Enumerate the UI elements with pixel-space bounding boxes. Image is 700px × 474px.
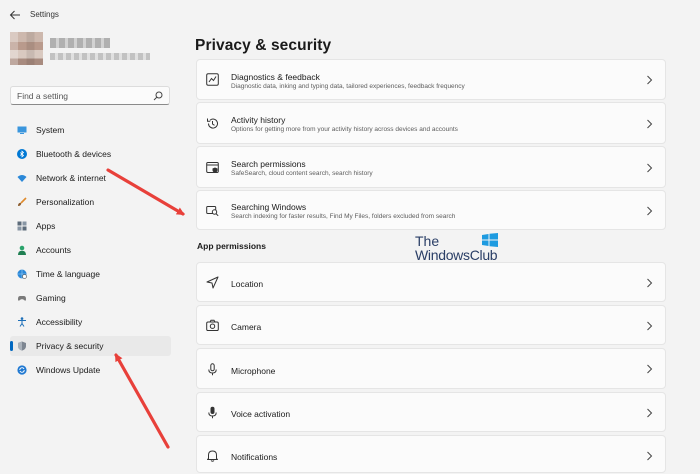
card-microphone[interactable]: Microphone [196, 348, 666, 389]
back-arrow-icon [9, 10, 20, 20]
card-title: Search permissions [231, 159, 306, 169]
app-title: Settings [30, 10, 59, 19]
card-voice-activation[interactable]: Voice activation [196, 392, 666, 432]
watermark-logo: The WindowsClub [415, 233, 505, 263]
person-icon [18, 245, 26, 255]
shield-icon [18, 341, 26, 351]
search-icon [153, 91, 163, 101]
sidebar-item-gaming[interactable]: Gaming [10, 288, 171, 308]
sidebar-item-label: Privacy & security [36, 341, 104, 351]
sidebar-item-label: Gaming [36, 293, 66, 303]
monitor-icon [17, 126, 27, 134]
sidebar-item-label: Accounts [36, 245, 71, 255]
accessibility-icon [18, 317, 26, 327]
card-notifications[interactable]: Notifications [196, 435, 666, 473]
avatar[interactable] [10, 32, 43, 65]
bell-icon [207, 450, 218, 462]
sidebar-item-label: Windows Update [36, 365, 101, 375]
voice-activation-icon [208, 406, 217, 419]
page-title: Privacy & security [195, 37, 332, 54]
sidebar-item-label: System [36, 125, 65, 135]
card-activity-history[interactable]: Activity history Options for getting mor… [196, 102, 666, 144]
sidebar-item-label: Bluetooth & devices [36, 149, 112, 159]
card-title: Notifications [231, 452, 278, 462]
chevron-right-icon [647, 408, 653, 418]
card-diagnostics-feedback[interactable]: Diagnostics & feedback Diagnostic data, … [196, 59, 666, 100]
selection-indicator [10, 341, 13, 351]
card-search-permissions[interactable]: Search permissions SafeSearch, cloud con… [196, 146, 666, 188]
searching-windows-icon [206, 206, 219, 217]
sidebar-item-apps[interactable]: Apps [10, 216, 171, 236]
sidebar-item-label: Network & internet [36, 173, 106, 183]
windows-logo-icon [482, 233, 498, 247]
sidebar-item-system[interactable]: System [10, 120, 171, 140]
sidebar-item-time-language[interactable]: Time & language [10, 264, 171, 284]
card-description: Options for getting more from your activ… [231, 126, 458, 133]
card-searching-windows[interactable]: Searching Windows Search indexing for fa… [196, 190, 666, 230]
camera-icon [206, 319, 219, 331]
title-bar: Settings [0, 0, 700, 30]
sidebar-item-accounts[interactable]: Accounts [10, 240, 171, 260]
sidebar-item-accessibility[interactable]: Accessibility [10, 312, 171, 332]
sidebar-item-label: Time & language [36, 269, 100, 279]
microphone-icon [208, 363, 217, 376]
card-title: Searching Windows [231, 202, 307, 212]
history-icon [207, 118, 218, 129]
back-button[interactable] [6, 6, 24, 24]
sidebar-item-label: Accessibility [36, 317, 83, 327]
sidebar-item-windows-update[interactable]: Windows Update [10, 360, 171, 380]
profile-name-redacted [50, 38, 110, 48]
bluetooth-icon [17, 149, 27, 159]
chevron-right-icon [647, 451, 653, 461]
card-description: SafeSearch, cloud content search, search… [231, 170, 373, 177]
sidebar-item-bluetooth[interactable]: Bluetooth & devices [10, 144, 171, 164]
sidebar-item-network[interactable]: Network & internet [10, 168, 171, 188]
apps-icon [17, 221, 27, 231]
card-camera[interactable]: Camera [196, 305, 666, 345]
card-description: Diagnostic data, inking and typing data,… [231, 83, 465, 90]
card-title: Diagnostics & feedback [231, 72, 320, 82]
update-icon [17, 365, 27, 375]
chevron-right-icon [647, 206, 653, 216]
card-title: Camera [231, 322, 262, 332]
card-location[interactable]: Location [196, 262, 666, 302]
card-title: Activity history [231, 115, 286, 125]
sidebar-item-personalization[interactable]: Personalization [10, 192, 171, 212]
sidebar-item-label: Personalization [36, 197, 95, 207]
globe-clock-icon [17, 269, 27, 279]
chevron-right-icon [647, 321, 653, 331]
chart-icon [206, 73, 219, 86]
gamepad-icon [18, 296, 26, 301]
chevron-right-icon [647, 364, 653, 374]
card-description: Search indexing for faster results, Find… [231, 213, 456, 220]
wifi-icon [17, 175, 27, 182]
card-title: Location [231, 279, 264, 289]
chevron-right-icon [647, 119, 653, 129]
chevron-right-icon [647, 163, 653, 173]
search-input[interactable]: Find a setting [10, 86, 170, 105]
section-heading-app-permissions: App permissions [197, 241, 266, 251]
search-placeholder: Find a setting [17, 91, 69, 101]
card-title: Voice activation [231, 409, 291, 419]
chevron-right-icon [647, 278, 653, 288]
chevron-right-icon [647, 75, 653, 85]
location-icon [206, 276, 219, 289]
profile-email-redacted [50, 53, 150, 60]
sidebar-item-label: Apps [36, 221, 56, 231]
search-permissions-icon [206, 162, 219, 173]
sidebar-item-privacy-security[interactable]: Privacy & security [10, 336, 171, 356]
brush-icon [18, 197, 27, 206]
card-title: Microphone [231, 366, 276, 376]
watermark-line2: WindowsClub [415, 247, 498, 263]
